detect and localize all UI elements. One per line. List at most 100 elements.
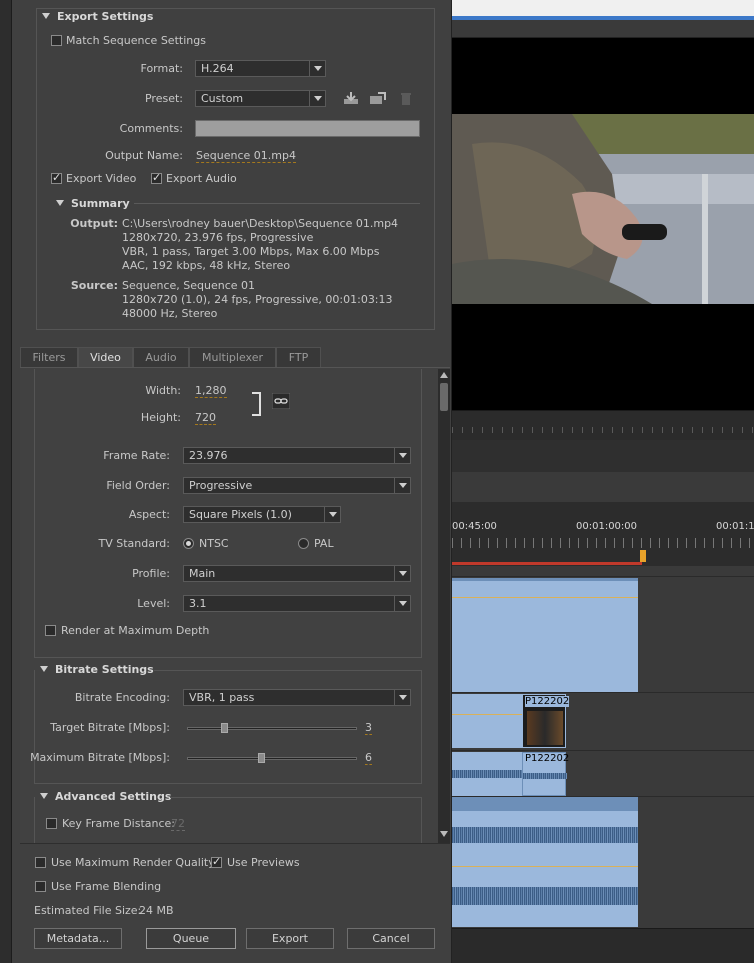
frame-blending-checkbox[interactable] (35, 881, 46, 892)
bitrate-encoding-value: VBR, 1 pass (189, 691, 255, 704)
max-render-quality-checkbox[interactable] (35, 857, 46, 868)
timeline-gap (452, 472, 754, 502)
playhead-marker[interactable] (640, 550, 646, 562)
preset-label: Preset: (144, 92, 183, 105)
format-dropdown[interactable]: H.264 (195, 60, 326, 77)
video-clip-main[interactable] (452, 578, 638, 692)
level-label: Level: (137, 597, 170, 610)
aspect-label: Aspect: (128, 508, 170, 521)
render-max-depth-checkbox[interactable] (45, 625, 56, 636)
render-max-depth-label: Render at Maximum Depth (61, 624, 210, 637)
video-frame-image (452, 114, 754, 304)
level-value: 3.1 (189, 597, 207, 610)
summary-heading[interactable]: Summary (56, 197, 130, 210)
ntsc-label: NTSC (199, 537, 229, 550)
clip-label-1: P122202 (525, 696, 570, 707)
target-bitrate-slider[interactable] (187, 727, 357, 730)
height-value[interactable]: 720 (195, 411, 216, 425)
cancel-button[interactable]: Cancel (347, 928, 435, 949)
ruler-ticks (452, 538, 754, 548)
tab-filters[interactable]: Filters (20, 347, 78, 367)
preview-tabs-bar (452, 20, 754, 38)
max-bitrate-value[interactable]: 6 (365, 751, 372, 765)
keyframe-distance-label: Key Frame Distance: (62, 817, 176, 830)
preset-dropdown[interactable]: Custom (195, 90, 326, 107)
track-area: P122202 P122202 (452, 566, 754, 928)
export-audio-label: Export Audio (166, 172, 237, 185)
format-value: H.264 (201, 62, 234, 75)
expand-triangle-icon (42, 13, 50, 19)
max-bitrate-knob[interactable] (258, 753, 266, 763)
profile-value: Main (189, 567, 216, 580)
work-area-bar[interactable] (452, 562, 642, 565)
tab-video[interactable]: Video (78, 347, 133, 367)
pal-radio[interactable] (298, 538, 309, 549)
scroll-down-icon[interactable] (440, 831, 448, 837)
target-bitrate-value[interactable]: 3 (365, 721, 372, 735)
output-name-link[interactable]: Sequence 01.mp4 (196, 149, 296, 163)
video-clip-thumb[interactable]: P122202 (522, 694, 570, 748)
target-bitrate-label: Target Bitrate [Mbps]: (50, 721, 170, 734)
chevron-down-icon (394, 448, 410, 463)
summary-source-label: Source: (70, 279, 118, 292)
bitrate-settings-heading[interactable]: Bitrate Settings (40, 663, 154, 676)
audio-clip-main[interactable] (452, 797, 638, 927)
left-edge-strip (0, 0, 12, 963)
summary-output-label: Output: (70, 217, 118, 230)
transport-controls: } {⇤ ◀| ▶ |▶ ⇥} ▼ (452, 440, 754, 908)
summary-output-line: VBR, 1 pass, Target 3.00 Mbps, Max 6.00 … (122, 245, 380, 258)
export-audio-checkbox[interactable] (151, 171, 162, 184)
output-name-label: Output Name: (105, 149, 183, 162)
use-previews-checkbox[interactable] (211, 855, 222, 868)
format-label: Format: (140, 62, 183, 75)
link-chain-icon[interactable] (272, 393, 290, 409)
summary-divider (134, 203, 420, 204)
comments-input[interactable] (195, 120, 420, 137)
export-button[interactable]: Export (246, 928, 334, 949)
frame-rate-dropdown[interactable]: 23.976 (183, 447, 411, 464)
audio-clip-small[interactable] (452, 752, 522, 796)
estimated-size-label: Estimated File Size: (34, 904, 142, 917)
target-bitrate-knob[interactable] (221, 723, 228, 733)
vertical-scrollbar[interactable] (438, 369, 450, 843)
bitrate-encoding-label: Bitrate Encoding: (74, 691, 170, 704)
import-preset-icon[interactable] (369, 91, 387, 105)
export-video-checkbox[interactable] (51, 171, 62, 184)
keyframe-distance-value[interactable]: 72 (171, 817, 185, 831)
aspect-dropdown[interactable]: Square Pixels (1.0) (183, 506, 341, 523)
timecode-2: 00:01:00:00 (576, 521, 638, 532)
queue-button[interactable]: Queue (146, 928, 236, 949)
frame-blending-label: Use Frame Blending (51, 880, 162, 893)
scroll-thumb[interactable] (440, 383, 448, 411)
width-label: Width: (145, 384, 181, 397)
keyframe-distance-checkbox[interactable] (46, 818, 57, 829)
expand-triangle-icon (40, 793, 48, 799)
level-dropdown[interactable]: 3.1 (183, 595, 411, 612)
expand-triangle-icon (56, 200, 64, 206)
comments-label: Comments: (119, 122, 183, 135)
match-sequence-checkbox[interactable] (51, 35, 62, 46)
export-dialog: Export Settings Match Sequence Settings … (12, 0, 452, 963)
pal-label: PAL (314, 537, 334, 550)
profile-dropdown[interactable]: Main (183, 565, 411, 582)
summary-output-line: C:\Users\rodney bauer\Desktop\Sequence 0… (122, 217, 399, 230)
export-settings-heading[interactable]: Export Settings (42, 10, 153, 23)
chevron-down-icon (394, 566, 410, 581)
ntsc-radio[interactable] (183, 538, 194, 549)
tab-multiplexer[interactable]: Multiplexer (189, 347, 276, 367)
tab-ftp[interactable]: FTP (276, 347, 321, 367)
max-bitrate-slider[interactable] (187, 757, 357, 760)
video-clip-small[interactable] (452, 694, 522, 748)
audio-clip-second[interactable]: P122202 (522, 752, 570, 796)
bitrate-encoding-dropdown[interactable]: VBR, 1 pass (183, 689, 411, 706)
field-order-dropdown[interactable]: Progressive (183, 477, 411, 494)
advanced-settings-heading[interactable]: Advanced Settings (40, 790, 171, 803)
delete-preset-icon[interactable] (400, 92, 412, 106)
link-bracket (252, 392, 261, 416)
scroll-up-icon[interactable] (440, 372, 448, 378)
tab-audio[interactable]: Audio (133, 347, 189, 367)
width-value[interactable]: 1,280 (195, 384, 227, 398)
metadata-button[interactable]: Metadata... (34, 928, 122, 949)
clip-label-2: P122202 (525, 753, 570, 764)
save-preset-icon[interactable] (343, 91, 359, 105)
